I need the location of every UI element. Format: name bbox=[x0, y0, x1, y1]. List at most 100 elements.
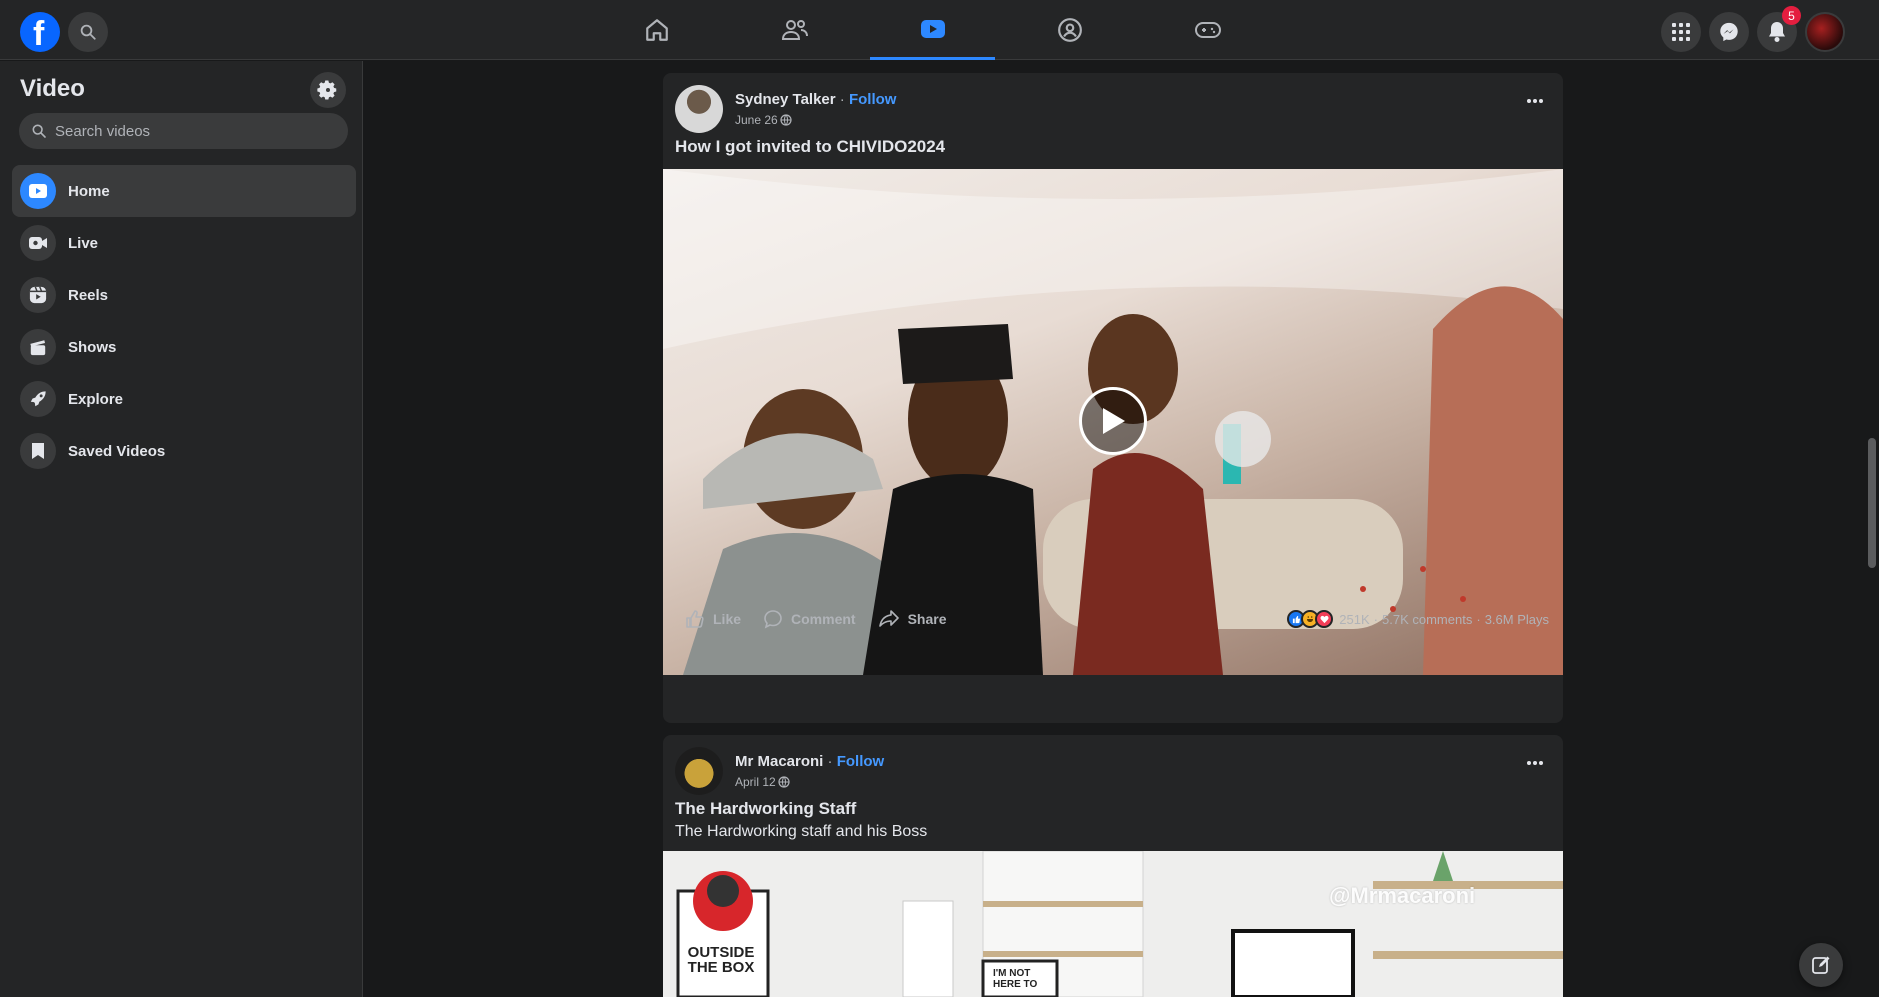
post-date-row: April 12 bbox=[735, 775, 790, 789]
shows-icon-wrap bbox=[20, 329, 56, 365]
more-options-button[interactable] bbox=[1521, 749, 1549, 777]
post-date[interactable]: June 26 bbox=[735, 113, 778, 127]
sidebar-item-home[interactable]: Home bbox=[12, 165, 356, 217]
search-videos-input[interactable] bbox=[55, 122, 335, 140]
reels-icon-wrap bbox=[20, 277, 56, 313]
groups-icon bbox=[1057, 18, 1082, 42]
author-avatar[interactable] bbox=[675, 747, 723, 795]
profile-avatar[interactable] bbox=[1805, 12, 1845, 52]
stat-separator: · bbox=[1476, 611, 1481, 627]
video-icon bbox=[920, 19, 945, 38]
play-button[interactable] bbox=[1079, 387, 1147, 455]
post-stats: 251K · 5.7K comments · 3.6M Plays bbox=[1287, 610, 1549, 628]
share-button[interactable]: Share bbox=[878, 609, 947, 629]
globe-icon bbox=[780, 114, 792, 126]
love-reaction-icon bbox=[1315, 610, 1334, 628]
share-icon bbox=[878, 610, 899, 627]
more-horizontal-icon bbox=[1527, 761, 1543, 765]
new-message-button[interactable] bbox=[1799, 943, 1843, 987]
post-title: How I got invited to CHIVIDO2024 bbox=[675, 137, 946, 156]
separator: · bbox=[827, 753, 833, 770]
reaction-icons[interactable] bbox=[1287, 610, 1334, 628]
menu-grid-icon bbox=[1672, 23, 1690, 41]
post-date[interactable]: April 12 bbox=[735, 775, 776, 789]
sidebar-item-saved-videos[interactable]: Saved Videos bbox=[12, 425, 356, 477]
tab-home[interactable] bbox=[594, 0, 719, 60]
search-icon bbox=[32, 124, 46, 138]
post-header-line: Mr Macaroni · Follow bbox=[735, 753, 884, 770]
thumbs-up-icon bbox=[686, 610, 704, 628]
video-home-icon bbox=[29, 184, 47, 198]
tab-groups[interactable] bbox=[1007, 0, 1132, 60]
clapperboard-icon bbox=[30, 340, 46, 356]
sidebar-item-reels[interactable]: Reels bbox=[12, 269, 356, 321]
play-count: 3.6M Plays bbox=[1484, 611, 1549, 627]
home-icon bbox=[645, 19, 668, 41]
video-player[interactable]: OUTSIDE THE BOX I'M NOT HERE TO @Mrmacar… bbox=[663, 851, 1563, 997]
saved-icon-wrap bbox=[20, 433, 56, 469]
author-name[interactable]: Sydney Talker bbox=[735, 91, 836, 108]
author-avatar[interactable] bbox=[675, 85, 723, 133]
post-description: The Hardworking staff and his Boss bbox=[675, 823, 928, 840]
page-scrollbar[interactable] bbox=[1864, 60, 1879, 997]
stat-separator: · bbox=[1373, 611, 1379, 627]
sidebar-item-label: Reels bbox=[68, 286, 109, 304]
sidebar-item-label: Live bbox=[68, 234, 99, 252]
messenger-button[interactable] bbox=[1709, 12, 1749, 52]
messenger-icon bbox=[1720, 22, 1738, 42]
live-camera-icon bbox=[29, 237, 47, 249]
settings-button[interactable] bbox=[310, 72, 346, 108]
globe-icon bbox=[778, 776, 790, 788]
sidebar-item-label: Saved Videos bbox=[68, 442, 166, 460]
video-post: Sydney Talker · Follow June 26 How I got… bbox=[663, 73, 1563, 723]
comment-count[interactable]: 5.7K comments bbox=[1382, 612, 1472, 627]
more-horizontal-icon bbox=[1527, 99, 1543, 103]
comment-label: Comment bbox=[791, 611, 856, 627]
sidebar-item-label: Shows bbox=[68, 338, 117, 356]
notifications-button[interactable]: 5 bbox=[1757, 6, 1801, 52]
video-thumbnail bbox=[676, 851, 1563, 997]
friends-icon bbox=[781, 20, 808, 40]
poster-text: OUTSIDE THE BOX bbox=[687, 944, 755, 976]
sidebar-item-live[interactable]: Live bbox=[12, 217, 356, 269]
sidebar-item-label: Home bbox=[68, 182, 110, 200]
more-options-button[interactable] bbox=[1521, 87, 1549, 115]
sidebar-item-explore[interactable]: Explore bbox=[12, 373, 356, 425]
bell-icon bbox=[1769, 22, 1785, 42]
frame-text: I'M NOT HERE TO bbox=[993, 968, 1038, 990]
sidebar-item-label: Explore bbox=[68, 390, 124, 408]
menu-button[interactable] bbox=[1661, 12, 1701, 52]
notification-badge: 5 bbox=[1782, 6, 1801, 25]
comment-icon bbox=[764, 610, 782, 629]
gear-icon bbox=[317, 80, 337, 100]
like-label: Like bbox=[713, 611, 742, 627]
search-button[interactable] bbox=[68, 12, 108, 52]
reaction-count[interactable]: 251K bbox=[1339, 612, 1369, 627]
reels-icon bbox=[29, 286, 47, 304]
rocket-icon bbox=[30, 391, 46, 407]
author-name[interactable]: Mr Macaroni bbox=[735, 753, 823, 770]
bookmark-icon bbox=[32, 443, 44, 459]
video-post: Mr Macaroni · Follow April 12 The Hardwo… bbox=[663, 735, 1563, 997]
tab-friends[interactable] bbox=[732, 0, 857, 60]
tab-gaming[interactable] bbox=[1145, 0, 1270, 60]
search-videos-box[interactable] bbox=[19, 113, 348, 149]
like-button[interactable]: Like bbox=[685, 609, 741, 629]
explore-icon-wrap bbox=[20, 381, 56, 417]
sidebar-item-shows[interactable]: Shows bbox=[12, 321, 356, 373]
facebook-logo[interactable]: f bbox=[20, 12, 60, 53]
follow-button[interactable]: Follow bbox=[837, 753, 885, 770]
compose-icon bbox=[1812, 956, 1830, 974]
search-icon bbox=[80, 24, 96, 40]
comment-button[interactable]: Comment bbox=[763, 609, 856, 629]
post-date-row: June 26 bbox=[735, 113, 792, 127]
video-watermark: @Mrmacaroni bbox=[1329, 883, 1476, 908]
scrollbar-thumb[interactable] bbox=[1868, 438, 1876, 568]
post-header-line: Sydney Talker · Follow bbox=[735, 91, 896, 108]
follow-button[interactable]: Follow bbox=[849, 91, 897, 108]
tab-video[interactable] bbox=[870, 0, 995, 60]
post-title: The Hardworking Staff bbox=[675, 799, 857, 818]
sidebar-title: Video bbox=[20, 75, 85, 102]
live-icon-wrap bbox=[20, 225, 56, 261]
video-sidebar: Video Home Live Reels Shows Explore bbox=[0, 61, 363, 997]
